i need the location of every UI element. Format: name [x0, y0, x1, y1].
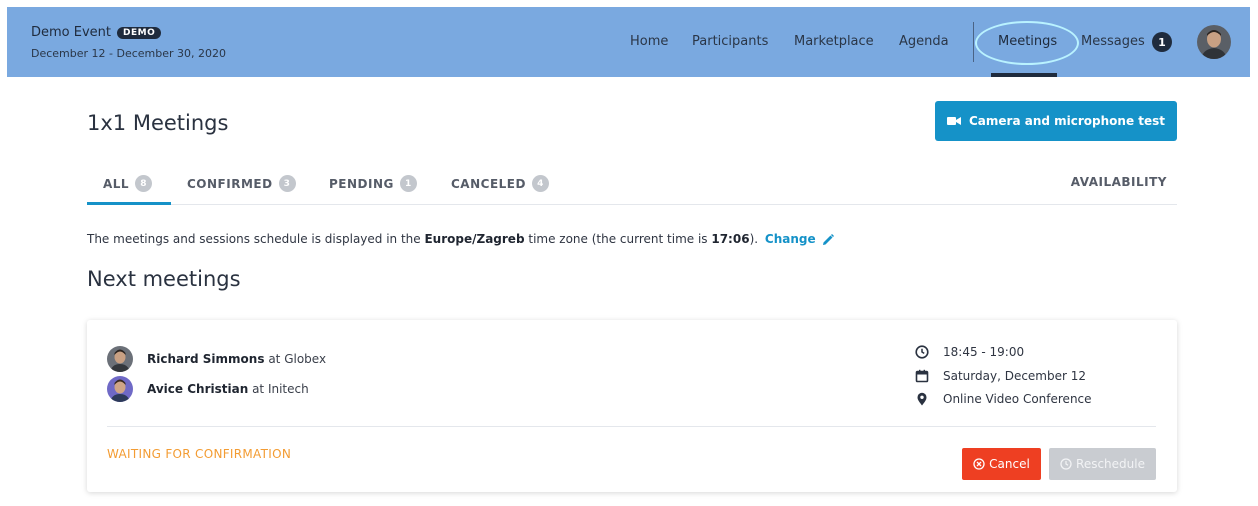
current-time: 17:06	[711, 232, 750, 246]
meeting-status: WAITING FOR CONFIRMATION	[107, 447, 292, 461]
meeting-tabs: ALL 8 CONFIRMED 3 PENDING 1 CANCELED 4 A…	[87, 169, 1177, 205]
nav-divider	[973, 22, 974, 62]
active-tab-indicator	[87, 202, 171, 205]
tab-pending-label: PENDING	[329, 176, 394, 191]
user-avatar[interactable]	[1197, 25, 1231, 59]
meeting-location-text: Online Video Conference	[943, 392, 1092, 406]
camera-microphone-test-button[interactable]: Camera and microphone test	[935, 101, 1177, 141]
participant-1-name[interactable]: Richard Simmons	[147, 352, 265, 366]
event-name: Demo Event	[31, 25, 111, 40]
participant-2-avatar[interactable]	[107, 376, 133, 402]
user-avatar-image	[1197, 25, 1231, 59]
participant-1-at: at	[264, 352, 285, 366]
timezone-prefix: The meetings and sessions schedule is di…	[87, 232, 425, 246]
change-timezone-label: Change	[764, 232, 816, 246]
event-dates: December 12 - December 30, 2020	[31, 47, 227, 60]
tab-all[interactable]: ALL 8	[103, 175, 153, 192]
participant-2-avatar-image	[107, 376, 133, 402]
active-nav-indicator	[991, 73, 1057, 77]
cancel-meeting-button[interactable]: Cancel	[962, 448, 1041, 480]
timezone-notice: The meetings and sessions schedule is di…	[87, 232, 834, 246]
nav-meetings[interactable]: Meetings	[998, 34, 1057, 49]
event-title[interactable]: Demo Event DEMO	[31, 25, 162, 40]
nav-home[interactable]: Home	[630, 34, 668, 49]
pencil-icon	[822, 233, 834, 245]
participant-1-company: Globex	[284, 352, 327, 366]
tab-pending-count: 1	[399, 175, 417, 192]
nav-messages[interactable]: Messages	[1081, 34, 1145, 49]
card-divider	[107, 426, 1156, 427]
meeting-date: Saturday, December 12	[915, 369, 1086, 383]
participant-1-text: Richard Simmons at Globex	[147, 352, 326, 366]
next-meetings-title: Next meetings	[87, 267, 241, 291]
participant-1-avatar-image	[107, 346, 133, 372]
participant-2-at: at	[248, 382, 268, 396]
tab-confirmed-label: CONFIRMED	[187, 176, 273, 191]
timezone-zone: Europe/Zagreb	[424, 232, 525, 246]
meeting-time-text: 18:45 - 19:00	[943, 345, 1025, 359]
meeting-card: Richard Simmons at Globex Avice Christia…	[87, 320, 1177, 492]
meeting-time: 18:45 - 19:00	[915, 345, 1024, 359]
tab-confirmed[interactable]: CONFIRMED 3	[187, 175, 296, 192]
messages-count-badge: 1	[1152, 32, 1172, 52]
page-title: 1x1 Meetings	[87, 111, 229, 135]
participant-1: Richard Simmons at Globex	[107, 346, 326, 372]
cancel-circle-icon	[973, 458, 985, 470]
tab-all-count: 8	[135, 175, 153, 192]
reschedule-meeting-button[interactable]: Reschedule	[1049, 448, 1156, 480]
cancel-button-label: Cancel	[989, 457, 1030, 471]
tab-pending[interactable]: PENDING 1	[329, 175, 417, 192]
reschedule-button-label: Reschedule	[1076, 457, 1145, 471]
participant-2-text: Avice Christian at Initech	[147, 382, 309, 396]
reschedule-clock-icon	[1060, 458, 1072, 470]
top-navigation-bar: Demo Event DEMO December 12 - December 3…	[7, 7, 1250, 77]
nav-agenda[interactable]: Agenda	[899, 34, 949, 49]
meeting-date-text: Saturday, December 12	[943, 369, 1087, 383]
participant-1-avatar[interactable]	[107, 346, 133, 372]
meeting-location: Online Video Conference	[915, 392, 1092, 406]
tab-availability[interactable]: AVAILABILITY	[1071, 175, 1167, 189]
participant-2: Avice Christian at Initech	[107, 376, 309, 402]
tab-canceled[interactable]: CANCELED 4	[451, 175, 549, 192]
tab-canceled-label: CANCELED	[451, 176, 526, 191]
demo-badge: DEMO	[117, 26, 162, 39]
timezone-middle: time zone (the current time is	[524, 232, 712, 246]
map-pin-icon	[917, 392, 927, 406]
tab-all-label: ALL	[103, 176, 130, 191]
nav-participants[interactable]: Participants	[692, 34, 768, 49]
app-frame: Demo Event DEMO December 12 - December 3…	[7, 7, 1250, 504]
tab-canceled-count: 4	[531, 175, 549, 192]
clock-icon	[915, 345, 929, 359]
participant-2-name[interactable]: Avice Christian	[147, 382, 248, 396]
tab-confirmed-count: 3	[278, 175, 296, 192]
change-timezone-link[interactable]: Change	[765, 232, 834, 246]
participant-2-company: Initech	[267, 382, 309, 396]
camera-button-label: Camera and microphone test	[968, 114, 1166, 128]
timezone-suffix: ).	[749, 232, 759, 246]
calendar-icon	[915, 369, 929, 383]
nav-marketplace[interactable]: Marketplace	[794, 34, 874, 49]
video-camera-icon	[946, 117, 961, 125]
